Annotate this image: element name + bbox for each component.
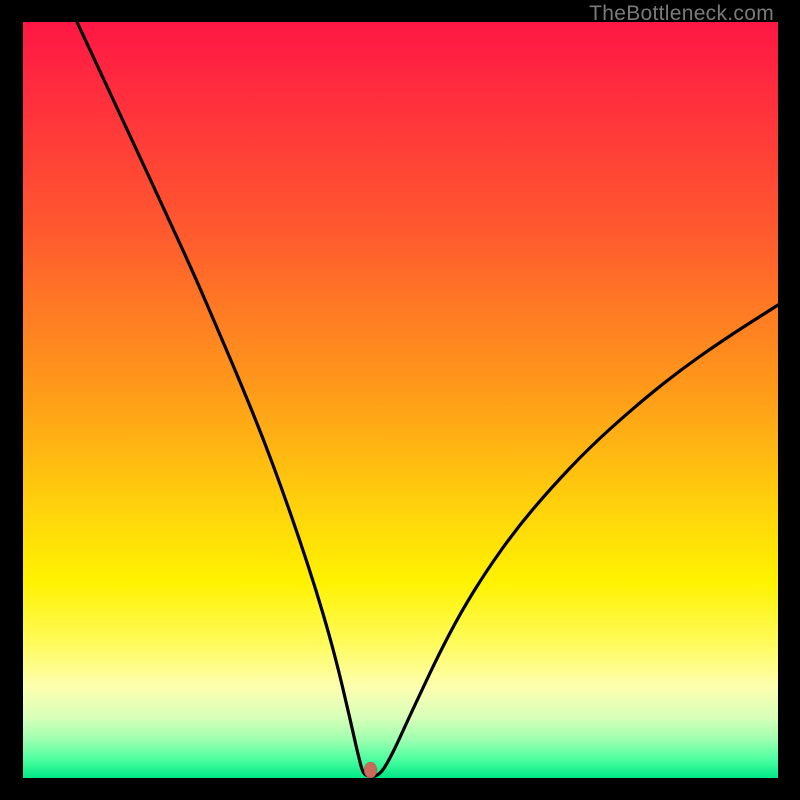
optimum-marker	[364, 762, 377, 778]
watermark-text: TheBottleneck.com	[589, 2, 774, 26]
chart-plot-area	[23, 22, 778, 778]
chart-frame: TheBottleneck.com	[0, 0, 800, 800]
bottleneck-curve	[23, 22, 778, 778]
